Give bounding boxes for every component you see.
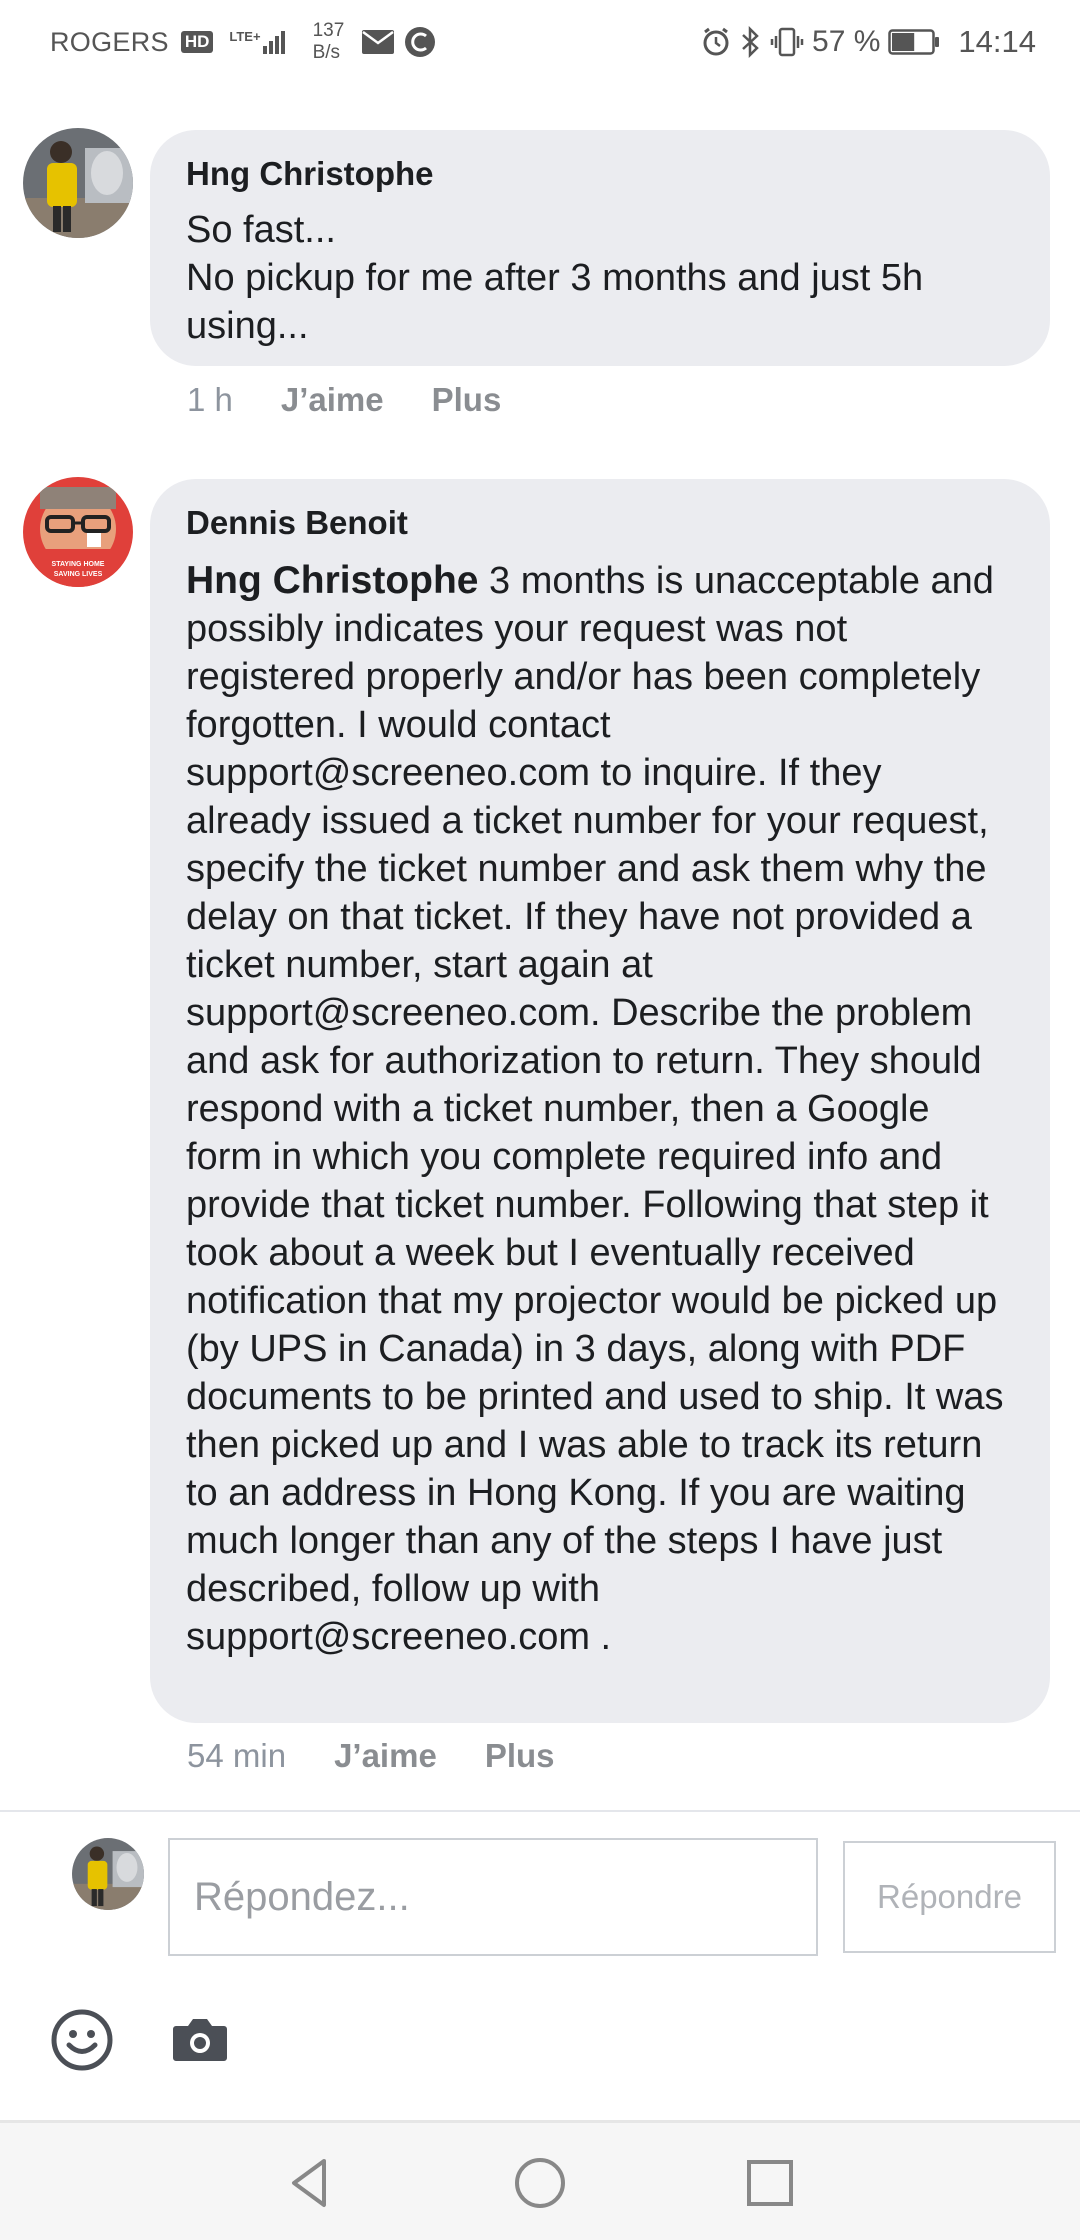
signal-strength-icon: LTE+ <box>229 28 285 54</box>
mail-icon <box>362 30 395 54</box>
more-button[interactable]: Plus <box>432 381 502 419</box>
like-button[interactable]: J’aime <box>281 381 384 419</box>
camera-icon[interactable] <box>172 2016 228 2062</box>
hd-badge: HD <box>180 31 214 53</box>
more-button[interactable]: Plus <box>485 1737 555 1775</box>
comment-author[interactable]: Hng Christophe <box>186 152 1014 196</box>
current-user-avatar <box>72 1838 144 1910</box>
network-speed-unit: B/s <box>312 42 341 63</box>
messenger-app-icon <box>404 26 436 58</box>
carrier-name: ROGERS <box>50 26 169 57</box>
status-bar: ROGERS HD LTE+ 137 B/s 57 % 14:14 <box>0 0 1080 84</box>
avatar-photo: STAYING HOME SAVING LIVES <box>23 477 133 587</box>
divider <box>0 1810 1080 1812</box>
reply-button[interactable]: Répondre <box>843 1841 1056 1953</box>
home-circle-icon[interactable] <box>510 2153 570 2213</box>
battery-percent: 57 % <box>812 25 881 58</box>
reply-input[interactable] <box>168 1838 818 1956</box>
avatar-frame-line1: STAYING HOME <box>52 561 105 568</box>
comment-mention[interactable]: Hng Christophe <box>186 559 478 602</box>
comment-bubble: Dennis Benoit Hng Christophe 3 months is… <box>150 479 1050 1723</box>
network-type: LTE+ <box>229 28 261 44</box>
comment-bubble: Hng Christophe So fast... No pickup for … <box>150 130 1050 366</box>
like-button[interactable]: J’aime <box>334 1737 437 1775</box>
alarm-icon <box>700 26 732 58</box>
avatar-frame-line2: SAVING LIVES <box>54 571 103 578</box>
comment-author[interactable]: Dennis Benoit <box>186 501 1014 545</box>
system-navigation-bar <box>0 2120 1080 2240</box>
comment-text: So fast... No pickup for me after 3 mont… <box>186 209 924 347</box>
network-speed: 137 B/s <box>313 20 345 64</box>
vibrate-icon <box>770 26 804 58</box>
avatar[interactable]: STAYING HOME SAVING LIVES <box>23 477 133 587</box>
comment-actions: 1 h J’aime Plus <box>187 378 501 422</box>
comment-timestamp: 54 min <box>187 1737 287 1774</box>
back-triangle-icon[interactable] <box>280 2153 340 2213</box>
network-speed-value: 137 <box>312 20 345 41</box>
clock: 14:14 <box>958 24 1036 59</box>
smiley-icon[interactable] <box>50 2008 114 2072</box>
avatar[interactable] <box>23 128 133 238</box>
battery-icon <box>888 29 940 55</box>
comment-text: Hng Christophe 3 months is unacceptable … <box>186 557 1014 1661</box>
comment-timestamp: 1 h <box>187 381 233 418</box>
bluetooth-icon <box>740 26 762 58</box>
comment-actions: 54 min J’aime Plus <box>187 1734 555 1778</box>
avatar-photo <box>23 128 133 238</box>
recents-square-icon[interactable] <box>740 2153 800 2213</box>
comment-body: 3 months is unacceptable and possibly in… <box>186 560 1015 1658</box>
